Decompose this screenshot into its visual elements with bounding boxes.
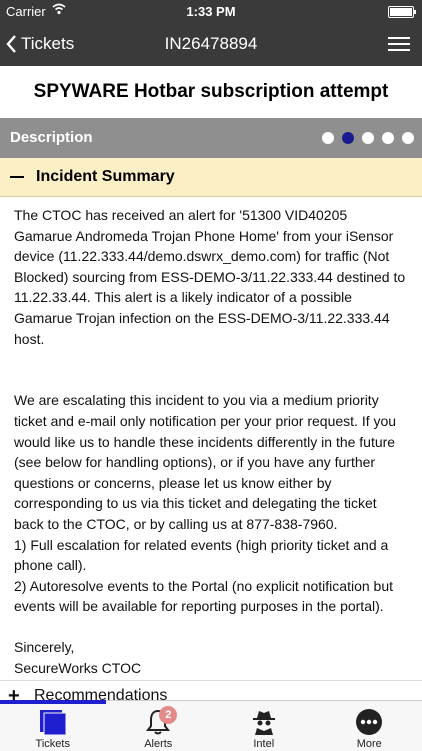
tab-intel[interactable]: Intel	[211, 701, 317, 751]
tab-alerts-label: Alerts	[144, 738, 172, 750]
tab-more-label: More	[357, 738, 382, 750]
page-title: SPYWARE Hotbar subscription attempt	[0, 66, 422, 118]
tickets-icon	[38, 708, 68, 736]
tab-bar: Tickets 2 Alerts Intel	[0, 700, 422, 751]
page-dot[interactable]	[322, 132, 334, 144]
tab-tickets[interactable]: Tickets	[0, 701, 106, 751]
battery-fill	[390, 8, 412, 16]
tab-more[interactable]: More	[317, 701, 422, 751]
incident-summary-content[interactable]: The CTOC has received an alert for '5130…	[0, 197, 422, 680]
nav-bar: Tickets IN26478894	[0, 22, 422, 66]
battery-icon	[388, 6, 414, 18]
status-time: 1:33 PM	[0, 4, 422, 19]
incident-summary-header[interactable]: Incident Summary	[0, 158, 422, 197]
page-indicator[interactable]	[322, 132, 414, 144]
incident-summary-text: The CTOC has received an alert for '5130…	[0, 197, 422, 679]
page-dot[interactable]	[402, 132, 414, 144]
incident-summary-title: Incident Summary	[36, 168, 175, 186]
page-dot[interactable]	[342, 132, 354, 144]
tab-intel-label: Intel	[253, 738, 274, 750]
section-label: Description	[10, 129, 93, 146]
more-icon	[355, 708, 383, 736]
alerts-badge: 2	[159, 706, 177, 724]
chevron-left-icon	[6, 35, 17, 53]
page-dot[interactable]	[382, 132, 394, 144]
spy-icon	[250, 708, 278, 736]
tab-tickets-label: Tickets	[36, 738, 70, 750]
minus-icon	[10, 176, 24, 178]
back-button[interactable]: Tickets	[6, 22, 74, 66]
page-dot[interactable]	[362, 132, 374, 144]
status-bar: Carrier 1:33 PM	[0, 0, 422, 22]
tab-alerts[interactable]: 2 Alerts	[106, 701, 212, 751]
hamburger-menu-icon[interactable]	[388, 34, 410, 54]
section-header: Description	[0, 118, 422, 158]
back-button-label: Tickets	[21, 34, 74, 54]
bell-icon: 2	[145, 708, 171, 736]
